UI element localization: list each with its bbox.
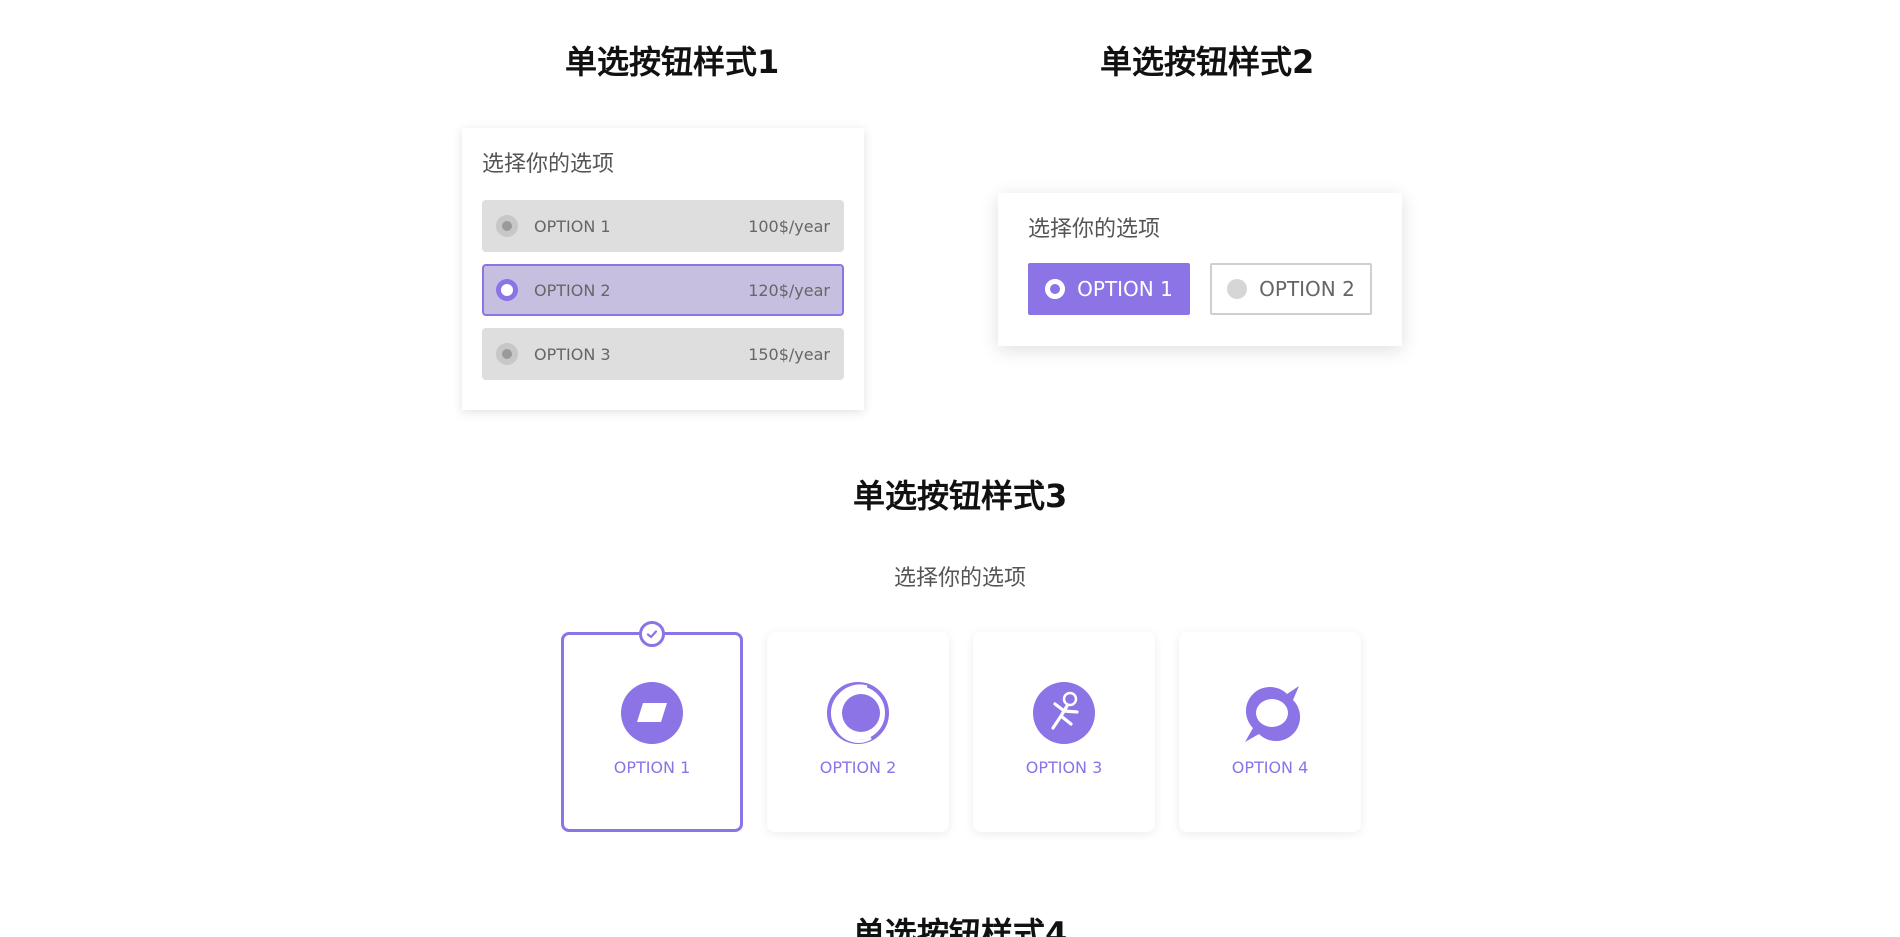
style2-button-group: OPTION 1 OPTION 2 — [1028, 263, 1372, 315]
saturn-icon — [1245, 686, 1301, 742]
style1-card: 选择你的选项 OPTION 1 100$/year OPTION 2 120$/… — [462, 128, 864, 410]
style2-heading: 单选按钮样式2 — [1100, 43, 1315, 81]
style4-heading: 单选按钮样式4 — [853, 915, 1068, 937]
radio-off-icon — [496, 343, 518, 365]
style1-option-price: 150$/year — [748, 344, 830, 364]
page: 单选按钮样式1 选择你的选项 OPTION 1 100$/year OPTION… — [0, 0, 1900, 937]
style3-option-label: OPTION 4 — [1231, 758, 1309, 777]
style2-option-1[interactable]: OPTION 1 — [1028, 263, 1190, 315]
style2-option-label: OPTION 1 — [1077, 277, 1173, 301]
style2-option-2[interactable]: OPTION 2 — [1210, 263, 1372, 315]
style3-heading: 单选按钮样式3 — [853, 477, 1068, 515]
style3-option-label: OPTION 2 — [819, 758, 897, 777]
style1-option-label: OPTION 3 — [534, 344, 611, 364]
style1-heading: 单选按钮样式1 — [565, 43, 780, 81]
style3-option-2[interactable]: OPTION 2 — [767, 632, 949, 832]
style1-option-1[interactable]: OPTION 1 100$/year — [482, 200, 844, 252]
style3-option-label: OPTION 3 — [1025, 758, 1103, 777]
style3-title: 选择你的选项 — [893, 566, 1026, 591]
style3-tile-group: OPTION 1 OPTION 2 OPTION 3 OPTION 4 — [561, 621, 1361, 832]
style2-option-label: OPTION 2 — [1259, 277, 1355, 301]
check-icon — [639, 621, 665, 647]
radio-off-icon — [1227, 279, 1248, 299]
style1-option-label: OPTION 1 — [534, 216, 611, 236]
style2-card-title: 选择你的选项 — [1028, 217, 1161, 242]
planet-orbit-icon — [827, 682, 889, 744]
style1-card-title: 选择你的选项 — [482, 152, 615, 177]
radio-on-icon — [496, 279, 518, 301]
style1-option-3[interactable]: OPTION 3 150$/year — [482, 328, 844, 380]
style1-option-price: 100$/year — [748, 216, 830, 236]
radio-off-icon — [496, 215, 518, 237]
style2-card: 选择你的选项 OPTION 1 OPTION 2 — [998, 193, 1402, 346]
astronaut-icon — [1033, 682, 1095, 744]
style1-option-2[interactable]: OPTION 2 120$/year — [482, 264, 844, 316]
radio-on-icon — [1045, 279, 1066, 299]
style3-option-4[interactable]: OPTION 4 — [1179, 632, 1361, 832]
style3-option-3[interactable]: OPTION 3 — [973, 632, 1155, 832]
style3-option-label: OPTION 1 — [613, 758, 691, 777]
style1-option-price: 120$/year — [748, 280, 830, 300]
style1-option-label: OPTION 2 — [534, 280, 611, 300]
parallelogram-icon — [621, 682, 683, 744]
style3-option-1[interactable]: OPTION 1 — [561, 621, 743, 832]
